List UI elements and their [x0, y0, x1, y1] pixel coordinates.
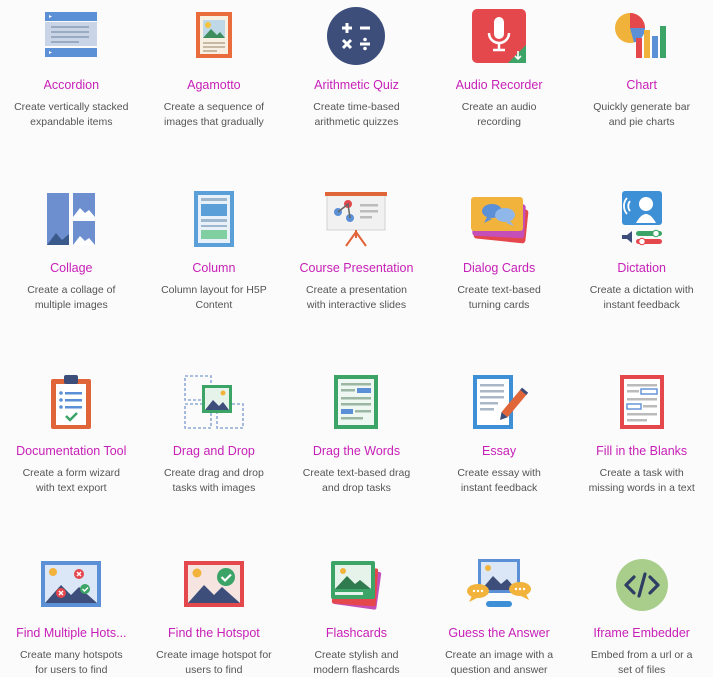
tile-chart[interactable]: Chart Quickly generate bar and pie chart…	[570, 0, 713, 183]
tile-find-multiple-hotspots[interactable]: Find Multiple Hots... Create many hotspo…	[0, 549, 143, 677]
tile-title: Column	[192, 261, 236, 275]
arithmetic-icon	[323, 5, 389, 67]
dictation-icon	[609, 188, 675, 250]
tile-iframe-embedder[interactable]: Iframe Embedder Embed from a url or a se…	[570, 549, 713, 677]
tile-title: Guess the Answer	[448, 626, 550, 641]
tile-fill-in-the-blanks[interactable]: Fill in the Blanks Create a task with mi…	[570, 366, 713, 549]
code-icon	[609, 554, 675, 615]
tile-collage[interactable]: Collage Create a collage of multiple ima…	[0, 183, 143, 366]
tile-description: Create a form wizard with text export	[22, 467, 121, 494]
tile-description: Create time-based arithmetic quizzes	[313, 101, 400, 128]
microphone-icon	[466, 5, 532, 67]
tile-title: Documentation Tool	[16, 444, 127, 458]
fill-blanks-icon	[609, 371, 675, 433]
tile-title: Audio Recorder	[455, 78, 543, 92]
tile-description: Create an image with a question and answ…	[445, 649, 554, 676]
tile-description: Create text-based turning cards	[457, 284, 541, 311]
tile-title: Essay	[482, 444, 517, 458]
tile-title: Dictation	[617, 261, 666, 275]
tile-find-the-hotspot[interactable]: Find the Hotspot Create image hotspot fo…	[143, 549, 286, 677]
tile-title: Drag the Words	[312, 444, 401, 458]
tile-course-presentation[interactable]: Course Presentation Create a presentatio…	[285, 183, 428, 366]
tile-title: Find the Hotspot	[168, 626, 260, 641]
drag-drop-icon	[181, 371, 247, 433]
tile-description: Quickly generate bar and pie charts	[593, 101, 691, 128]
tile-title: Dialog Cards	[462, 261, 536, 275]
tile-dictation[interactable]: Dictation Create a dictation with instan…	[570, 183, 713, 366]
tile-description: Create vertically stacked expandable ite…	[14, 101, 129, 128]
tile-column[interactable]: Column Column layout for H5P Content	[143, 183, 286, 366]
tile-title: Accordion	[43, 78, 100, 92]
tile-guess-the-answer[interactable]: Guess the Answer Create an image with a …	[428, 549, 571, 677]
tile-description: Create drag and drop tasks with images	[163, 467, 264, 494]
tile-title: Arithmetic Quiz	[314, 78, 399, 92]
column-icon	[181, 188, 247, 250]
tile-title: Drag and Drop	[172, 444, 255, 458]
tile-description: Column layout for H5P Content	[161, 284, 267, 311]
tile-arithmetic-quiz[interactable]: Arithmetic Quiz Create time-based arithm…	[285, 0, 428, 183]
chart-icon	[609, 5, 675, 67]
collage-icon	[38, 188, 104, 250]
tile-title: Find Multiple Hots...	[16, 626, 127, 641]
tile-description: Create text-based drag and drop tasks	[302, 467, 411, 494]
tile-dialog-cards[interactable]: Dialog Cards Create text-based turning c…	[428, 183, 571, 366]
tile-description: Create image hotspot for users to find	[156, 649, 272, 676]
tile-description: Create a collage of multiple images	[27, 284, 116, 311]
tile-description: Create many hotspots for users to find	[19, 649, 123, 676]
tile-accordion[interactable]: Accordion Create vertically stacked expa…	[0, 0, 143, 183]
tile-title: Chart	[626, 78, 657, 92]
tile-title: Flashcards	[325, 626, 388, 641]
presentation-icon	[323, 188, 389, 250]
tile-description: Create a sequence of images that gradual…	[163, 101, 265, 128]
tile-flashcards[interactable]: Flashcards Create stylish and modern fla…	[285, 549, 428, 677]
drag-words-icon	[323, 371, 389, 433]
content-type-grid: Accordion Create vertically stacked expa…	[0, 0, 713, 677]
tile-description: Create a presentation with interactive s…	[305, 284, 407, 311]
tile-description: Create a dictation with instant feedback	[589, 284, 694, 311]
tile-description: Create stylish and modern flashcards	[313, 649, 400, 676]
tile-title: Collage	[50, 261, 93, 275]
tile-description: Create a task with missing words in a te…	[588, 467, 695, 494]
tile-title: Agamotto	[187, 78, 241, 92]
tile-documentation-tool[interactable]: Documentation Tool Create a form wizard …	[0, 366, 143, 549]
tile-drag-the-words[interactable]: Drag the Words Create text-based drag an…	[285, 366, 428, 549]
tile-description: Embed from a url or a set of files	[590, 649, 693, 676]
tile-title: Iframe Embedder	[593, 626, 690, 641]
dialog-cards-icon	[466, 188, 532, 250]
tile-drag-and-drop[interactable]: Drag and Drop Create drag and drop tasks…	[143, 366, 286, 549]
essay-icon	[466, 371, 532, 433]
tile-description: Create essay with instant feedback	[457, 467, 541, 494]
tile-title: Course Presentation	[299, 261, 414, 275]
tile-description: Create an audio recording	[461, 101, 537, 128]
accordion-icon	[38, 5, 104, 67]
hotspot-icon	[181, 554, 247, 615]
agamotto-icon	[181, 5, 247, 67]
tile-agamotto[interactable]: Agamotto Create a sequence of images tha…	[143, 0, 286, 183]
flashcards-icon	[323, 554, 389, 615]
clipboard-icon	[38, 371, 104, 433]
guess-answer-icon	[466, 554, 532, 615]
tile-title: Fill in the Blanks	[596, 444, 688, 458]
tile-essay[interactable]: Essay Create essay with instant feedback	[428, 366, 571, 549]
tile-audio-recorder[interactable]: Audio Recorder Create an audio recording	[428, 0, 571, 183]
multi-hotspot-icon	[38, 554, 104, 615]
